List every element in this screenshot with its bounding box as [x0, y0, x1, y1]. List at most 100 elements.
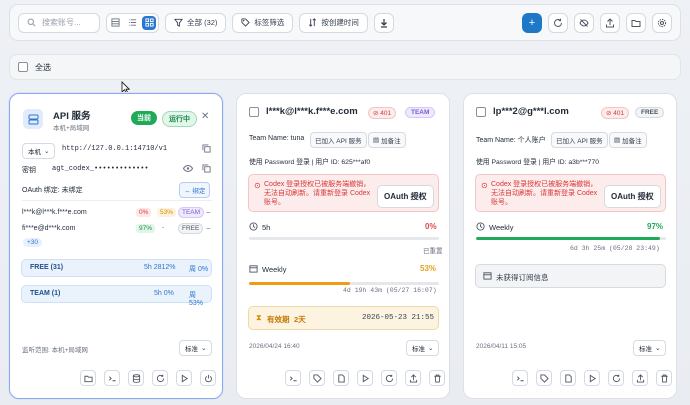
expiry-date: 2026-05-23 21:55: [362, 314, 435, 322]
sort-button[interactable]: 按创建时间: [299, 12, 368, 33]
mode-select-value: 标准: [185, 346, 198, 353]
account-actions: [512, 370, 672, 386]
group-stat: 周 0%: [189, 266, 209, 273]
terminal-button[interactable]: [285, 370, 301, 386]
hide-button[interactable]: [574, 12, 594, 33]
copy-key-icon[interactable]: [202, 164, 211, 175]
status-code-text: 401: [613, 110, 625, 117]
grid-view-icon[interactable]: [142, 15, 156, 30]
power-icon: [204, 374, 212, 382]
chevron-down-icon: ⌄: [428, 345, 434, 352]
mode-select[interactable]: 标准 ⌄: [633, 340, 667, 356]
group-team[interactable]: TEAM (1) 5h 0% 周 53%: [21, 285, 212, 307]
pool-account-email: l***k@l***k.f***e.com: [22, 209, 87, 216]
add-note-button[interactable]: ▤ 加备注: [368, 132, 406, 148]
tag-button[interactable]: [536, 370, 552, 386]
api-subtitle: 本机+局域网: [53, 125, 90, 132]
quota-label: Weekly: [262, 265, 287, 274]
select-all-checkbox[interactable]: [18, 62, 28, 72]
add-note-button[interactable]: ▤ 加备注: [609, 132, 647, 148]
document-icon: [564, 373, 572, 383]
chevron-down-icon: ⌄: [655, 345, 661, 352]
hourglass-icon: ⧗: [256, 313, 262, 322]
api-service-card: API 服务 本机+局域网 当前 运行中 ✕ 本机 ⌄ http://127.0.…: [9, 93, 223, 399]
filter-all-label: 全部 (32): [187, 18, 218, 27]
chevron-down-icon: ⌄: [201, 345, 207, 352]
terminal-button[interactable]: [104, 370, 120, 386]
host-select[interactable]: 本机 ⌄: [22, 143, 56, 159]
close-icon[interactable]: ✕: [201, 111, 209, 122]
export-button[interactable]: [632, 370, 648, 386]
gear-icon: [657, 18, 667, 27]
account-email: lp***2@g***l.com: [493, 106, 569, 117]
join-api-button[interactable]: 已加入 API 服务: [310, 132, 367, 148]
group-free[interactable]: FREE (31) 5h 2812% 周 0%: [21, 259, 212, 277]
remove-icon[interactable]: −: [206, 208, 211, 217]
add-account-button[interactable]: +: [522, 12, 542, 33]
tag-filter-button[interactable]: 标签筛选: [232, 12, 294, 33]
status-code-badge: ⊘ 401: [368, 107, 397, 119]
bind-button[interactable]: ⇔ 绑定: [179, 182, 211, 198]
oauth-button[interactable]: OAuth 授权: [604, 185, 661, 208]
refresh-button[interactable]: [548, 12, 568, 33]
play-button[interactable]: [584, 370, 600, 386]
quota-reset: 4d 19h 43m (05/27 16:07): [343, 287, 437, 294]
api-actions: [80, 370, 216, 386]
join-api-button[interactable]: 已加入 API 服务: [551, 132, 608, 148]
refresh-icon: [612, 374, 620, 382]
refresh-button[interactable]: [608, 370, 624, 386]
delete-button[interactable]: [429, 370, 445, 386]
remove-icon[interactable]: −: [206, 224, 211, 233]
mode-select[interactable]: 标准 ⌄: [179, 340, 213, 356]
play-icon: [362, 374, 369, 382]
list-view-icon[interactable]: [124, 14, 141, 32]
quota-value: 97%: [647, 222, 664, 231]
refresh-button[interactable]: [152, 370, 168, 386]
mode-select-value: 标准: [412, 346, 425, 353]
folder-button[interactable]: [80, 370, 96, 386]
table-view-icon[interactable]: [107, 14, 124, 32]
refresh-button[interactable]: [381, 370, 397, 386]
search-icon: [27, 18, 36, 27]
copy-url-icon[interactable]: [202, 144, 211, 155]
document-button[interactable]: [560, 370, 576, 386]
eye-icon[interactable]: [182, 164, 194, 175]
mode-select[interactable]: 标准 ⌄: [406, 340, 440, 356]
export-button[interactable]: [405, 370, 421, 386]
quota-reset: 6d 3h 25m (05/28 23:49): [570, 245, 660, 252]
tag-button[interactable]: [309, 370, 325, 386]
search-input[interactable]: 搜索账号...: [18, 12, 100, 33]
filter-all-button[interactable]: 全部 (32): [165, 12, 227, 33]
account-checkbox[interactable]: [476, 107, 486, 117]
refresh-icon: [554, 18, 562, 27]
login-info: 使用 Password 登录 | 用户 ID: a3b***770: [476, 159, 600, 166]
view-toggle: [106, 12, 159, 33]
export-button[interactable]: [600, 12, 620, 33]
more-accounts-badge[interactable]: +30: [23, 238, 43, 247]
settings-button[interactable]: [652, 12, 672, 33]
upload-icon: [606, 17, 614, 27]
bind-button-label: 绑定: [192, 188, 206, 195]
database-button[interactable]: [128, 370, 144, 386]
terminal-button[interactable]: [512, 370, 528, 386]
account-checkbox[interactable]: [249, 107, 259, 117]
group-stat: 5h 0%: [154, 290, 174, 297]
refresh-icon: [385, 374, 393, 382]
update-badge[interactable]: 当前: [131, 111, 157, 125]
quota-bar-fill: [476, 237, 661, 240]
document-button[interactable]: [333, 370, 349, 386]
server-icon: [23, 109, 43, 129]
download-button[interactable]: [373, 12, 394, 33]
eye-off-icon: [579, 18, 589, 27]
mode-select-value: 标准: [639, 346, 652, 353]
oauth-button[interactable]: OAuth 授权: [377, 185, 434, 208]
database-icon: [132, 373, 140, 383]
play-button[interactable]: [357, 370, 373, 386]
tag-icon: [241, 18, 251, 27]
note-icon: ▤: [373, 137, 380, 144]
sort-icon: [309, 18, 317, 27]
folder-button[interactable]: [626, 12, 646, 33]
delete-button[interactable]: [656, 370, 672, 386]
power-button[interactable]: [200, 370, 216, 386]
play-button[interactable]: [176, 370, 192, 386]
